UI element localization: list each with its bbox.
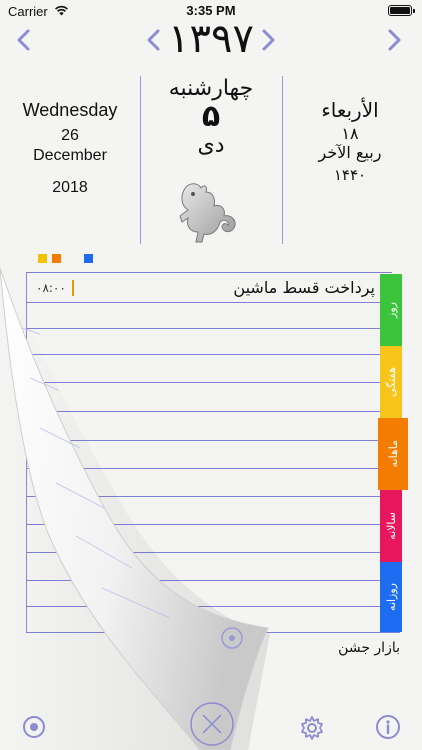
add-note-button[interactable] [188,700,236,748]
tab-weekly-label: هفتگی [384,367,398,397]
ruled-line [26,580,392,581]
next-year-arrow[interactable] [386,29,402,56]
ruled-line [26,411,392,412]
settings-button[interactable] [298,714,326,742]
ruled-line [26,440,392,441]
ruled-line [26,524,392,525]
tab-daily[interactable]: روزانه [380,562,402,632]
gregorian-day: 26 [61,127,79,144]
info-button[interactable] [374,713,402,741]
page-curl[interactable] [0,268,290,750]
capricorn-icon [168,178,244,246]
gregorian-year: 2018 [52,179,88,196]
persian-date: چهارشنبه ۵ دی [144,76,278,158]
legend-square-2 [52,254,61,263]
tab-monthly[interactable]: ماهانه [378,418,408,490]
footer-note: بازار جشن [338,640,400,656]
ruled-line [26,552,392,553]
event-title: پرداخت قسط ماشین [233,278,375,297]
today-dot-icon [23,716,45,738]
info-icon [376,715,400,739]
ruled-line [26,382,392,383]
event-row[interactable]: ۰۸:۰۰ پرداخت قسط ماشین [30,278,375,300]
hijri-weekday: الأربعاء [321,98,379,122]
ruled-line [26,302,392,303]
tab-day[interactable]: روز [380,274,402,346]
next-year-arrow-inner[interactable] [260,29,276,56]
gregorian-date: Wednesday 26 December 2018 [8,100,132,197]
battery-icon [388,5,415,16]
event-color-mark [72,280,74,296]
hijri-date: الأربعاء ۱۸ ربیع الآخر ۱۴۴۰ [286,98,414,184]
tab-day-label: روز [384,302,398,318]
gregorian-weekday: Wednesday [22,100,118,120]
event-time: ۰۸:۰۰ [36,281,66,295]
ruled-line [26,468,392,469]
today-button[interactable] [20,713,48,741]
tab-yearly-label: سالانه [384,512,398,540]
ruled-line [26,328,392,329]
add-note-icon [190,702,234,746]
year-title: ۱۳۹۷ [168,16,254,62]
tab-monthly-label: ماهانه [386,440,400,468]
gear-icon [301,716,323,740]
persian-weekday: چهارشنبه [168,76,254,101]
tab-weekly[interactable]: هفتگی [380,346,402,418]
hijri-day: ۱۸ [341,124,359,143]
legend-square-3 [84,254,93,263]
ruled-line [26,606,392,607]
notebook-bottom-line [26,632,400,633]
column-divider-left [140,76,141,244]
ruled-line [26,272,392,273]
persian-month: دی [197,133,225,158]
column-divider-right [282,76,283,244]
ruled-line [26,496,392,497]
notebook-margin [26,272,27,632]
persian-day: ۵ [201,99,221,134]
hijri-year: ۱۴۴۰ [333,166,367,184]
hijri-month: ربیع الآخر [318,143,382,162]
legend-square-1 [38,254,47,263]
tab-yearly[interactable]: سالانه [380,490,402,562]
ruled-line [26,354,392,355]
tab-daily-label: روزانه [384,583,398,611]
gregorian-month: December [33,147,107,164]
